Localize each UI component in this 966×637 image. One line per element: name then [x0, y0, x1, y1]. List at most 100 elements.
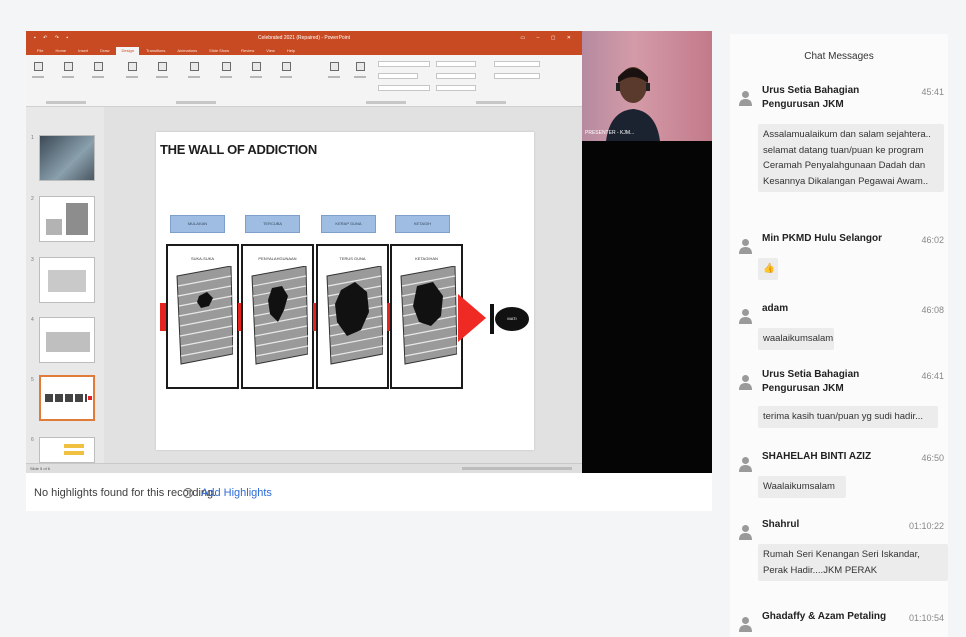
- current-slide: THE WALL OF ADDICTION MULAKAN TERCUBA KE…: [156, 132, 534, 450]
- chat-sender: Ghadaffy & Azam Petaling: [762, 611, 887, 622]
- ppt-tab[interactable]: View: [261, 47, 280, 55]
- ribbon-group-label: [46, 101, 86, 104]
- chat-bubble: terima kasih tuan/puan yg sudi hadir...: [758, 406, 938, 428]
- slide-title: THE WALL OF ADDICTION: [160, 142, 317, 157]
- ppt-tab[interactable]: Help: [282, 47, 300, 55]
- brick-wall-icon: [176, 266, 233, 365]
- chat-text-line: Waalaikumsalam: [763, 481, 835, 492]
- user-avatar-icon: [739, 309, 752, 324]
- ribbon-option: [436, 85, 476, 91]
- slide-thumb-4: [39, 317, 95, 363]
- chat-time: 46:02: [921, 235, 944, 245]
- chat-sender: Urus Setia Bahagian Pengurusan JKM: [762, 85, 860, 110]
- slide-thumb-6: [39, 437, 95, 463]
- chat-time: 45:41: [921, 87, 944, 97]
- chat-sender: Shahrul: [762, 519, 800, 530]
- chat-text-line: selamat datang tuan/puan ke program: [763, 144, 924, 156]
- ribbon-icon: [352, 60, 368, 86]
- thumb-number: 3: [31, 257, 34, 263]
- chat-panel: Chat Messages Urus Setia Bahagian Pengur…: [730, 34, 948, 637]
- ppt-tab[interactable]: Review: [236, 47, 259, 55]
- chat-bubble: Rumah Seri Kenangan Seri Iskandar, Perak…: [758, 544, 948, 581]
- chat-text-line: waalaikumsalam: [763, 333, 834, 344]
- ribbon-group-label: [366, 101, 406, 104]
- slide-count: Slide 5 of 6: [30, 466, 51, 471]
- recording-panel: ▪ ↶ ↷ ▪ Celebrated 2021 (Repaired) - Pow…: [26, 31, 712, 511]
- ribbon-icon: [124, 60, 140, 86]
- zoom-slider: [462, 467, 572, 470]
- webcam-name-tag: PRESENTER - KJM...: [585, 130, 635, 136]
- wall-panel-3: TERUS GUNA: [316, 244, 389, 389]
- chat-title: Chat Messages: [804, 51, 874, 62]
- ribbon-icon: [90, 60, 106, 86]
- chat-text-line: Kesannya Dikalangan Pegawai Awam..: [763, 175, 929, 187]
- chat-sender: adam: [762, 303, 789, 314]
- end-barrier-icon: [490, 304, 494, 334]
- thumb-number: 1: [31, 135, 34, 141]
- stage-tag: KETAGIH: [395, 215, 450, 233]
- chat-sender: Urus Setia Bahagian Pengurusan JKM: [762, 369, 860, 394]
- ribbon-option: [494, 61, 540, 67]
- thumb-number: 2: [31, 196, 34, 202]
- user-avatar-icon: [739, 91, 752, 106]
- thumb-number: 4: [31, 317, 34, 323]
- chat-time: 01:10:22: [908, 521, 944, 531]
- slide-thumb-5: [39, 375, 95, 421]
- ppt-tab[interactable]: Draw: [95, 47, 114, 55]
- slide-thumb-3: [39, 257, 95, 303]
- ribbon-option: [436, 61, 476, 67]
- stage-tag: KERAP GUNA: [321, 215, 376, 233]
- chat-text-line: Ceramah Penyalahgunaan Dadah dan: [763, 160, 926, 171]
- ppt-tab[interactable]: Animations: [172, 47, 202, 55]
- ribbon-icon: [154, 60, 170, 86]
- ribbon-option: [378, 73, 418, 79]
- ribbon-option: [378, 61, 430, 67]
- ribbon-icon: [278, 60, 294, 86]
- ppt-tab[interactable]: Transitions: [141, 47, 170, 55]
- ribbon-group-label: [476, 101, 506, 104]
- user-avatar-icon: [739, 457, 752, 472]
- slide-thumbnails: 1 2 3 4 5 6: [26, 107, 104, 463]
- chat-text-line: terima kasih tuan/puan yg sudi hadir...: [763, 411, 924, 422]
- panel-label: SUKA-SUKA: [190, 256, 215, 261]
- highlights-bar: No highlights found for this recording. …: [26, 481, 712, 507]
- chat-bubble: Waalaikumsalam: [758, 476, 846, 498]
- paste-icon: [30, 60, 46, 86]
- thumbs-up-emoji: 👍: [763, 263, 775, 274]
- chat-sender: Min PKMD Hulu Selangor: [762, 233, 882, 244]
- ribbon-option: [436, 73, 476, 79]
- ppt-tab[interactable]: Slide Show: [204, 47, 234, 55]
- chat-bubble: 👍: [758, 258, 778, 280]
- brick-wall-icon: [400, 266, 457, 365]
- ribbon-icon: [218, 60, 234, 86]
- ppt-tab[interactable]: Home: [50, 47, 71, 55]
- brick-wall-icon: [251, 266, 308, 365]
- ribbon-icon: [326, 60, 342, 86]
- panel-label: PENYALAHGUNAAN: [258, 256, 297, 261]
- slide-thumb-1: [39, 135, 95, 181]
- ppt-status-bar: Slide 5 of 6: [26, 463, 582, 473]
- ribbon-icon: [248, 60, 264, 86]
- add-highlights-link[interactable]: Add Highlights: [201, 487, 272, 499]
- big-red-arrow-icon: [458, 294, 486, 342]
- ppt-tab[interactable]: Insert: [73, 47, 93, 55]
- presenter-avatar: [606, 67, 660, 141]
- brick-wall-icon: [326, 266, 383, 365]
- thumb-number: 6: [31, 437, 34, 443]
- chat-time: 46:08: [921, 305, 944, 315]
- ppt-ribbon-tabs: File Home Insert Draw Design Transitions Anima…: [26, 45, 582, 55]
- ribbon-option: [494, 73, 540, 79]
- ppt-ribbon: [26, 55, 582, 107]
- ppt-tab[interactable]: Design: [116, 47, 139, 55]
- chat-time: 46:50: [921, 453, 944, 463]
- ppt-tab[interactable]: File: [32, 47, 48, 55]
- chat-text-line: Assalamualaikum dan salam sejahtera..: [763, 129, 931, 140]
- ribbon-icon: [186, 60, 202, 86]
- ppt-title-bar: ▪ ↶ ↷ ▪ Celebrated 2021 (Repaired) - Pow…: [26, 31, 582, 45]
- info-circle-icon[interactable]: i: [183, 488, 193, 498]
- chat-time: 01:10:54: [908, 613, 944, 623]
- user-avatar-icon: [739, 525, 752, 540]
- wall-panel-4: KETAGIHAN: [390, 244, 463, 389]
- wall-panel-1: SUKA-SUKA: [166, 244, 239, 389]
- slide-thumb-2: [39, 196, 95, 242]
